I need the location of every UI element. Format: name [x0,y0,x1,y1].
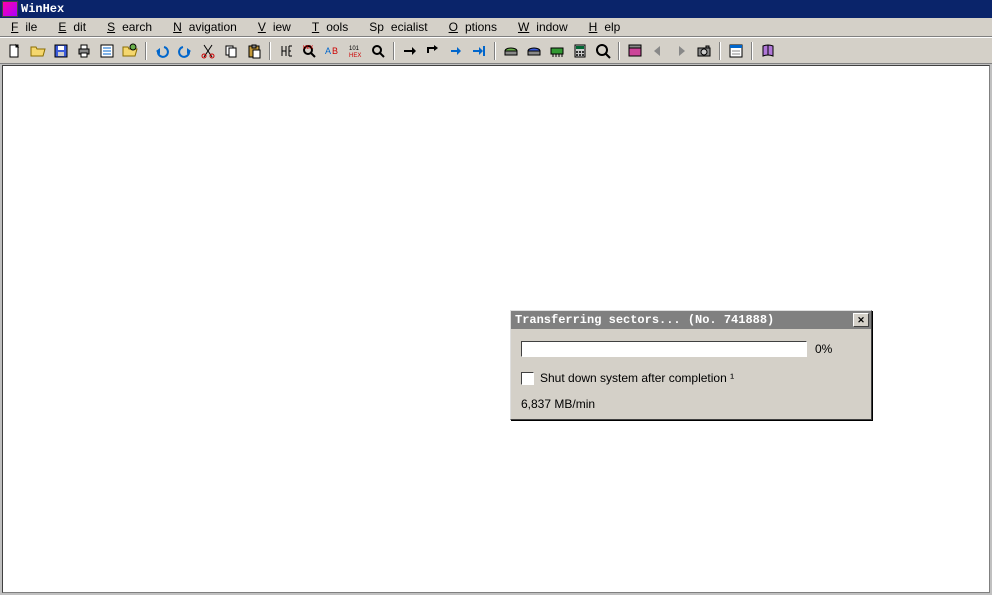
help-book-icon[interactable] [757,40,779,62]
arrow-last-icon[interactable] [468,40,490,62]
menu-help[interactable]: Help [582,19,635,35]
close-icon[interactable]: ✕ [853,313,869,327]
paste-icon[interactable] [243,40,265,62]
shutdown-label: Shut down system after completion ¹ [540,371,734,385]
dialog-title-text: Transferring sectors... (No. 741888) [515,313,774,327]
toolbar: HEXAB101HEX [0,37,992,64]
app-icon [2,1,18,17]
options-icon[interactable] [725,40,747,62]
arrow-up-icon[interactable] [445,40,467,62]
menu-navigation[interactable]: Navigation [166,19,251,35]
forward-icon[interactable] [670,40,692,62]
analyze-icon[interactable] [592,40,614,62]
undo-icon[interactable] [151,40,173,62]
disk-green-icon[interactable] [500,40,522,62]
copy-icon[interactable] [220,40,242,62]
properties-icon[interactable] [96,40,118,62]
open-folder-icon[interactable] [27,40,49,62]
toolbar-separator [266,40,274,62]
back-icon[interactable] [647,40,669,62]
titlebar: WinHex [0,0,992,18]
find-text-icon[interactable]: AB [321,40,343,62]
transfer-rate: 6,837 MB/min [521,397,861,411]
goto-icon[interactable] [367,40,389,62]
template-icon[interactable] [624,40,646,62]
menu-window[interactable]: Window [511,19,582,35]
dialog-titlebar[interactable]: Transferring sectors... (No. 741888) ✕ [511,311,871,329]
save-icon[interactable] [50,40,72,62]
transfer-dialog: Transferring sectors... (No. 741888) ✕ 0… [510,310,872,420]
find-icon[interactable] [275,40,297,62]
open-disk-icon[interactable] [119,40,141,62]
progress-bar [521,341,807,357]
svg-text:HEX: HEX [349,53,361,59]
menubar: File Edit Search Navigation View Tools S… [0,18,992,37]
disk-blue-icon[interactable] [523,40,545,62]
toolbar-separator [491,40,499,62]
ram-icon[interactable] [546,40,568,62]
menu-search[interactable]: Search [100,19,166,35]
svg-text:A: A [325,46,331,56]
arrow-right-icon[interactable] [399,40,421,62]
progress-percent: 0% [815,342,832,356]
menu-view[interactable]: View [251,19,305,35]
app-title: WinHex [21,2,64,16]
toolbar-separator [716,40,724,62]
menu-options[interactable]: Options [442,19,511,35]
menu-file[interactable]: File [4,19,51,35]
toolbar-separator [142,40,150,62]
new-file-icon[interactable] [4,40,26,62]
replace-icon[interactable]: 101HEX [344,40,366,62]
toolbar-separator [390,40,398,62]
arrow-turn-icon[interactable] [422,40,444,62]
toolbar-separator [615,40,623,62]
menu-specialist[interactable]: Specialist [362,19,441,35]
toolbar-separator [748,40,756,62]
shutdown-checkbox[interactable] [521,372,534,385]
menu-edit[interactable]: Edit [51,19,100,35]
svg-text:101: 101 [349,46,360,52]
find-hex-icon[interactable]: HEX [298,40,320,62]
camera-icon[interactable] [693,40,715,62]
menu-tools[interactable]: Tools [305,19,362,35]
print-icon[interactable] [73,40,95,62]
svg-text:B: B [332,46,338,56]
redo-icon[interactable] [174,40,196,62]
calculator-icon[interactable] [569,40,591,62]
cut-icon[interactable] [197,40,219,62]
svg-text:HEX: HEX [303,45,314,51]
